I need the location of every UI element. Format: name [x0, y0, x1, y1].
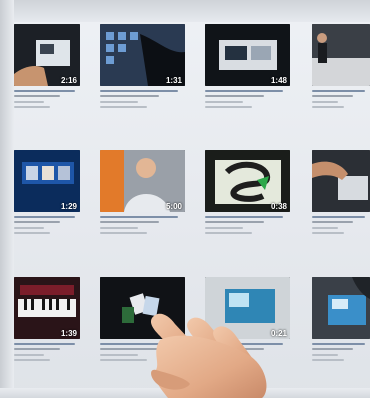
video-thumbnail[interactable]: 5:00 [100, 150, 185, 212]
video-metadata-blurred [205, 216, 290, 237]
video-thumbnail[interactable]: 0:21 [205, 277, 290, 339]
video-tile[interactable]: 2:16 [14, 24, 80, 134]
video-grid: 2:16 1:31 1:48 1:29 5:00 0:38 1:39 0:21 [0, 0, 370, 398]
video-tile[interactable]: 5:00 [100, 150, 185, 260]
video-tile[interactable]: 1:31 [100, 24, 185, 134]
video-thumbnail[interactable] [312, 277, 370, 339]
video-duration: 5:00 [165, 202, 182, 211]
video-metadata-blurred [312, 216, 370, 237]
video-duration: 1:48 [270, 76, 287, 85]
video-metadata-blurred [205, 343, 290, 364]
video-thumbnail[interactable]: 1:29 [14, 150, 80, 212]
video-tile[interactable]: 1:29 [14, 150, 80, 260]
video-metadata-blurred [14, 216, 80, 237]
video-thumbnail[interactable] [312, 150, 370, 212]
video-metadata-blurred [312, 90, 370, 111]
video-thumbnail[interactable] [312, 24, 370, 86]
video-thumbnail[interactable]: 2:16 [14, 24, 80, 86]
video-metadata-blurred [100, 343, 185, 364]
video-tile[interactable] [312, 24, 370, 134]
video-metadata-blurred [100, 90, 185, 111]
video-duration: 2:16 [60, 76, 77, 85]
video-thumbnail[interactable]: 1:39 [14, 277, 80, 339]
video-duration: 0:38 [270, 202, 287, 211]
video-metadata-blurred [205, 90, 290, 111]
video-duration: 0:21 [270, 329, 287, 338]
video-duration: 1:31 [165, 76, 182, 85]
video-metadata-blurred [100, 216, 185, 237]
video-metadata-blurred [312, 343, 370, 364]
video-duration: 1:29 [60, 202, 77, 211]
video-tile[interactable]: 0:21 [205, 277, 290, 387]
video-tile[interactable] [100, 277, 185, 387]
video-thumbnail[interactable]: 0:38 [205, 150, 290, 212]
video-tile[interactable] [312, 150, 370, 260]
video-tile[interactable] [312, 277, 370, 387]
video-metadata-blurred [14, 343, 80, 364]
video-metadata-blurred [14, 90, 80, 111]
video-duration: 1:39 [60, 329, 77, 338]
video-tile[interactable]: 0:38 [205, 150, 290, 260]
video-thumbnail[interactable]: 1:31 [100, 24, 185, 86]
video-tile[interactable]: 1:48 [205, 24, 290, 134]
video-thumbnail[interactable] [100, 277, 185, 339]
video-thumbnail[interactable]: 1:48 [205, 24, 290, 86]
video-tile[interactable]: 1:39 [14, 277, 80, 387]
